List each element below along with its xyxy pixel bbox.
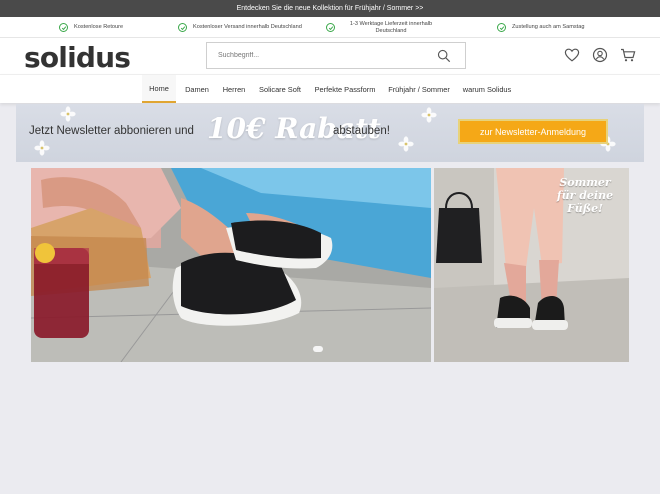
site-header: solidus	[0, 38, 660, 74]
nav-item-damen[interactable]: Damen	[181, 75, 213, 103]
usp-item: Kostenloser Versand innerhalb Deutschlan…	[178, 17, 302, 38]
nav-item-perfekte-passform[interactable]: Perfekte Passform	[311, 75, 379, 103]
heart-icon[interactable]	[564, 47, 580, 63]
hero-tagline: Sommer für deine Füße!	[556, 176, 614, 215]
hero-image-main[interactable]	[31, 168, 431, 362]
check-circle-icon	[59, 23, 68, 32]
hero-photo-sandals	[31, 168, 431, 362]
search-icon[interactable]	[437, 49, 451, 63]
search-box	[206, 42, 466, 69]
nav-item-fruehjahr-sommer[interactable]: Frühjahr / Sommer	[385, 75, 453, 103]
promo-text[interactable]: Entdecken Sie die neue Kollektion für Fr…	[237, 5, 424, 12]
nav-item-warum-solidus[interactable]: warum Solidus	[459, 75, 515, 103]
hero-image-side[interactable]: Sommer für deine Füße!	[434, 168, 629, 362]
flower-icon	[60, 106, 76, 122]
promo-bar[interactable]: Entdecken Sie die neue Kollektion für Fr…	[0, 0, 660, 17]
newsletter-banner[interactable]: Jetzt Newsletter abbonieren und 10€ Raba…	[16, 104, 644, 162]
newsletter-text: Jetzt Newsletter abbonieren und	[29, 125, 194, 137]
flower-icon	[421, 107, 437, 123]
usp-item: Zustellung auch am Samstag	[497, 17, 584, 38]
nav-item-herren[interactable]: Herren	[219, 75, 249, 103]
check-circle-icon	[326, 23, 335, 32]
newsletter-signup-button[interactable]: zur Newsletter-Anmeldung	[458, 119, 608, 144]
slider-dot[interactable]	[313, 346, 323, 352]
check-circle-icon	[497, 23, 506, 32]
flower-icon	[34, 140, 50, 156]
main-nav: Home Damen Herren Solicare Soft Perfekte…	[0, 74, 660, 103]
usp-item: Kostenlose Retoure	[59, 17, 123, 38]
cart-icon[interactable]	[620, 47, 636, 63]
account-icon[interactable]	[592, 47, 608, 63]
usp-bar: Kostenlose Retoure Kostenloser Versand i…	[0, 17, 660, 38]
newsletter-text-end: abstauben!	[333, 125, 390, 137]
search-input[interactable]	[207, 43, 432, 68]
logo[interactable]: solidus	[24, 41, 131, 74]
flower-icon	[398, 136, 414, 152]
nav-item-home[interactable]: Home	[142, 75, 176, 103]
check-circle-icon	[178, 23, 187, 32]
usp-item: 1-3 Werktage Lieferzeit innerhalb Deutsc…	[326, 17, 441, 38]
nav-item-solicare-soft[interactable]: Solicare Soft	[254, 75, 306, 103]
